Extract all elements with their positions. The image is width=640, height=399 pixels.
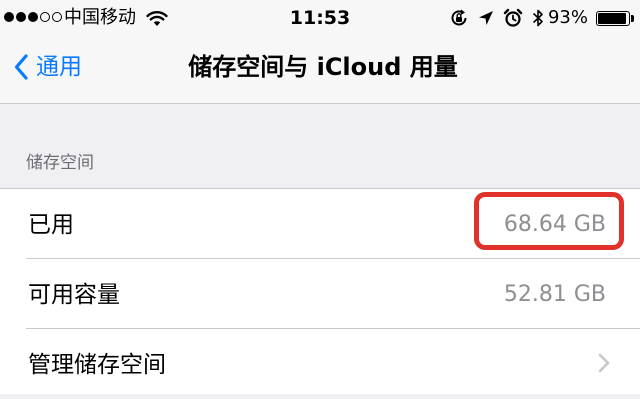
status-bar: 中国移动 11:53 93%	[0, 0, 640, 36]
row-label: 可用容量	[28, 282, 120, 308]
status-icons	[449, 7, 544, 29]
battery-tip	[631, 15, 634, 22]
highlight-annotation	[474, 192, 624, 250]
page-title: 储存空间与 iCloud 用量	[188, 53, 458, 81]
alarm-clock-icon	[503, 8, 523, 27]
battery-icon	[596, 11, 630, 26]
top-bar: 中国移动 11:53 93% 通用 储存空间与 iCloud 用量	[0, 0, 640, 104]
battery-level	[598, 13, 626, 24]
clock-time: 11:53	[289, 7, 351, 29]
bluetooth-icon	[532, 9, 543, 27]
row-value: 52.81 GB	[503, 282, 606, 307]
location-arrow-icon	[479, 11, 493, 25]
battery-percentage: 93%	[547, 7, 588, 28]
storage-group: 已用 68.64 GB 可用容量 52.81 GB 管理储存空间	[0, 188, 640, 394]
list-item-available: 可用容量 52.81 GB	[0, 259, 640, 329]
list-item-used: 已用 68.64 GB	[0, 189, 640, 259]
row-label: 已用	[28, 212, 74, 238]
chevron-right-icon	[598, 353, 610, 373]
section-header: 储存空间	[26, 153, 94, 173]
list-item-manage-storage[interactable]: 管理储存空间	[0, 329, 640, 399]
rotation-lock-icon	[451, 9, 467, 26]
row-label: 管理储存空间	[28, 352, 166, 378]
